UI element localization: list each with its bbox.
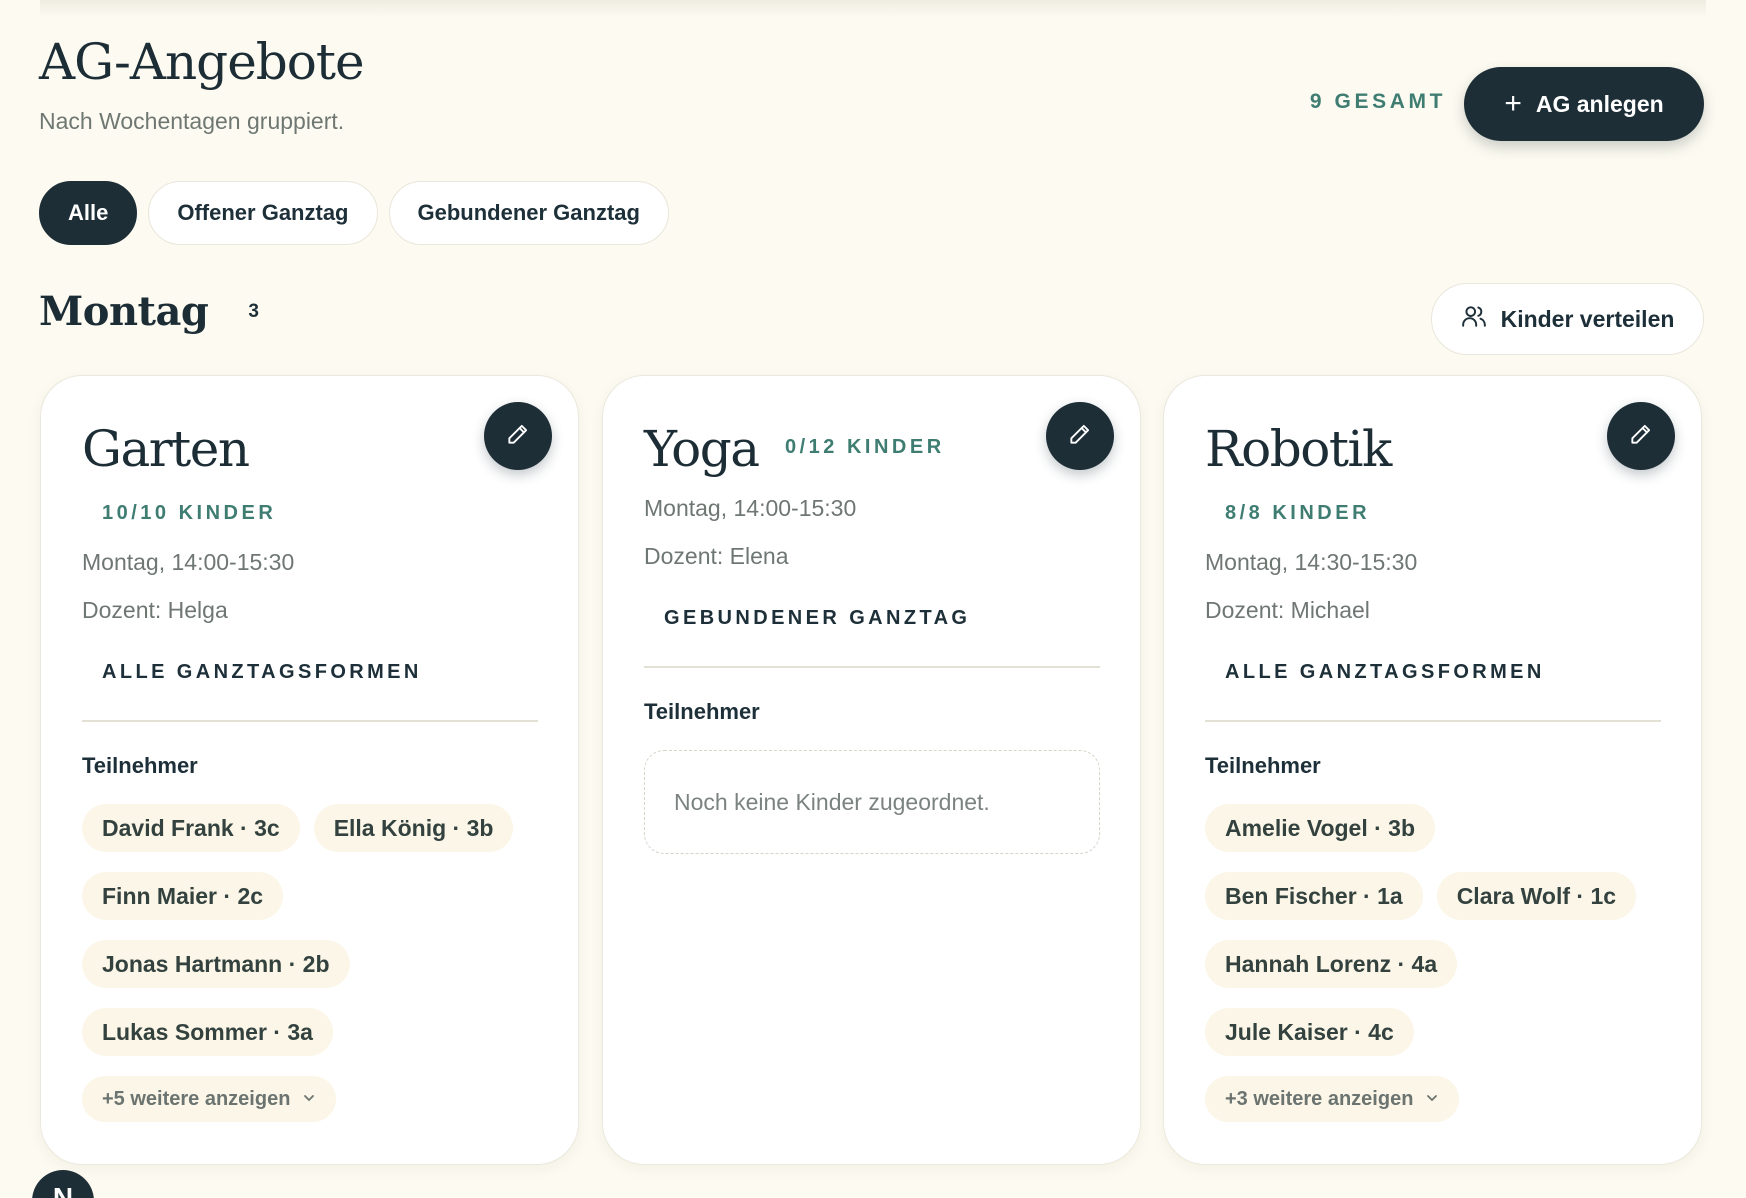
edit-button[interactable] <box>1046 402 1114 470</box>
participants-label: Teilnehmer <box>1205 753 1321 778</box>
filter-gebundener-ganztag[interactable]: Gebundener Ganztag <box>388 181 669 245</box>
ag-time: Montag, 14:00-15:30 <box>644 495 857 521</box>
filter-chips: Alle Offener Ganztag Gebundener Ganztag <box>39 181 669 245</box>
ag-teacher: Dozent: Helga <box>82 597 228 623</box>
users-icon <box>1461 303 1487 335</box>
page-title: AG-Angebote <box>39 33 365 91</box>
participant-pill: Finn Maier · 2c <box>82 872 284 920</box>
ag-teacher: Dozent: Michael <box>1205 597 1370 623</box>
participant-pill: Ella König · 3b <box>313 804 514 852</box>
top-shadow <box>40 0 1706 18</box>
ag-name: Yoga <box>644 420 760 478</box>
ag-time: Montag, 14:30-15:30 <box>1205 549 1418 575</box>
ag-card-garten: Garten 10/10 KINDER Montag, 14:00-15:30 … <box>40 375 579 1165</box>
capacity-badge: 0/12 KINDER <box>785 436 945 458</box>
user-avatar[interactable]: N <box>32 1170 94 1198</box>
participant-pill: Jonas Hartmann · 2b <box>82 940 350 988</box>
page-header: AG-Angebote Nach Wochentagen gruppiert. <box>39 30 365 135</box>
empty-participants: Noch keine Kinder zugeordnet. <box>644 750 1100 854</box>
ganztag-form-badge: GEBUNDENER GANZTAG <box>664 607 971 629</box>
day-title: Montag <box>39 288 209 335</box>
participant-list: Amelie Vogel · 3b Ben Fischer · 1a Clara… <box>1205 804 1671 1122</box>
capacity-badge: 8/8 KINDER <box>1225 502 1371 524</box>
participant-pill: Amelie Vogel · 3b <box>1205 804 1436 852</box>
participant-pill: David Frank · 3c <box>82 804 300 852</box>
divider <box>1205 720 1661 722</box>
participant-pill: Lukas Sommer · 3a <box>82 1008 333 1056</box>
distribute-children-button[interactable]: Kinder verteilen <box>1431 283 1704 355</box>
edit-button[interactable] <box>484 402 552 470</box>
add-ag-button[interactable]: + AG anlegen <box>1464 67 1704 141</box>
distribute-children-label: Kinder verteilen <box>1500 305 1675 332</box>
participant-pill: Jule Kaiser · 4c <box>1205 1008 1414 1056</box>
participants-label: Teilnehmer <box>644 699 760 724</box>
ag-card-robotik: Robotik 8/8 KINDER Montag, 14:30-15:30 D… <box>1163 375 1702 1165</box>
add-ag-label: AG anlegen <box>1535 90 1664 117</box>
ag-name: Robotik <box>1205 420 1392 478</box>
ganztag-form-badge: ALLE GANZTAGSFORMEN <box>1225 661 1545 683</box>
divider <box>644 666 1100 668</box>
participant-pill: Clara Wolf · 1c <box>1436 872 1637 920</box>
show-more-label: +3 weitere anzeigen <box>1225 1087 1414 1110</box>
ag-teacher: Dozent: Elena <box>644 543 789 569</box>
chevron-down-icon <box>1425 1088 1439 1111</box>
day-heading: Montag 3 <box>39 288 259 335</box>
ag-name: Garten <box>82 420 250 478</box>
show-more-button[interactable]: +3 weitere anzeigen <box>1205 1076 1460 1122</box>
show-more-label: +5 weitere anzeigen <box>102 1087 291 1110</box>
page: AG-Angebote Nach Wochentagen gruppiert. … <box>0 0 1746 1198</box>
total-count: 9 GESAMT <box>1309 90 1446 113</box>
page-subtitle: Nach Wochentagen gruppiert. <box>39 108 345 134</box>
ganztag-form-badge: ALLE GANZTAGSFORMEN <box>102 661 422 683</box>
pencil-icon <box>505 421 531 452</box>
participants-label: Teilnehmer <box>82 753 198 778</box>
participant-pill: Hannah Lorenz · 4a <box>1205 940 1458 988</box>
ag-card-yoga: Yoga 0/12 KINDER Montag, 14:00-15:30 Doz… <box>602 375 1141 1165</box>
day-count-badge: 3 <box>248 300 259 322</box>
show-more-button[interactable]: +5 weitere anzeigen <box>82 1076 337 1122</box>
plus-icon: + <box>1504 87 1522 120</box>
filter-offener-ganztag[interactable]: Offener Ganztag <box>148 181 378 245</box>
pencil-icon <box>1628 421 1654 452</box>
chevron-down-icon <box>302 1088 316 1111</box>
participant-pill: Ben Fischer · 1a <box>1205 872 1423 920</box>
ag-time: Montag, 14:00-15:30 <box>82 549 295 575</box>
edit-button[interactable] <box>1607 402 1675 470</box>
filter-all[interactable]: Alle <box>39 181 138 245</box>
pencil-icon <box>1067 421 1093 452</box>
capacity-badge: 10/10 KINDER <box>102 502 277 524</box>
participant-list: David Frank · 3c Ella König · 3b Finn Ma… <box>82 804 548 1122</box>
divider <box>82 720 538 722</box>
